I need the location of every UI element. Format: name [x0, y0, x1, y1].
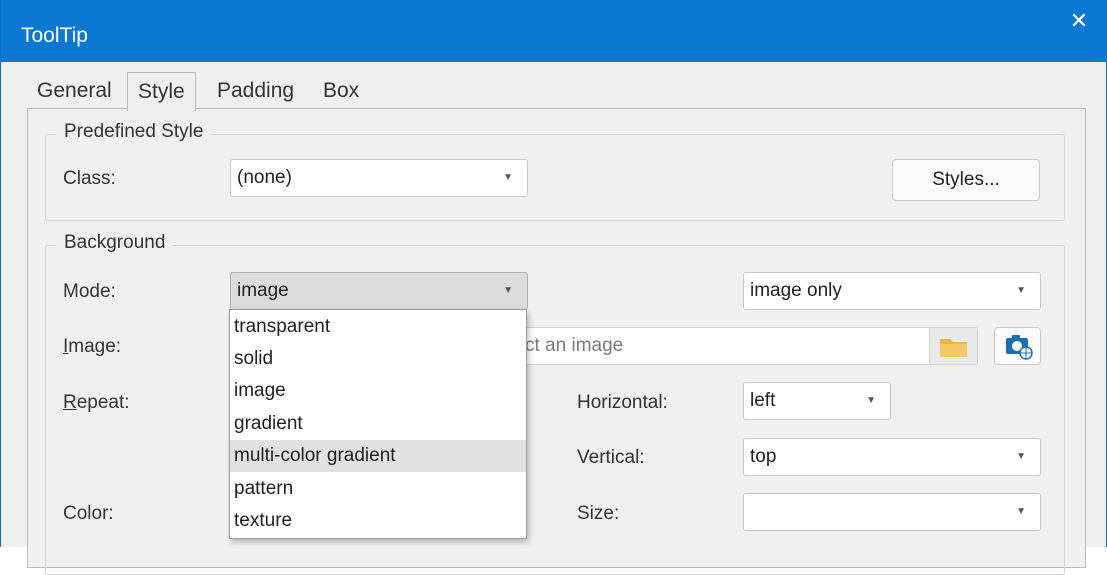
vertical-select[interactable]: top ▼ [743, 438, 1041, 476]
repeat-label: Repeat: [63, 392, 130, 414]
color-label: Color: [63, 503, 114, 524]
tab-style[interactable]: Style [127, 72, 196, 111]
chevron-down-icon: ▼ [866, 395, 876, 406]
class-select[interactable]: (none) ▼ [230, 159, 528, 197]
mode-dropdown-list: transparent solid image gradient multi-c… [229, 309, 527, 539]
predefined-style-legend: Predefined Style [56, 121, 212, 143]
mode-label: Mode: [63, 281, 116, 302]
mode-option-gradient[interactable]: gradient [230, 408, 526, 440]
tab-padding[interactable]: Padding [207, 72, 304, 110]
size-label: Size: [577, 503, 620, 524]
style-tab-panel: Predefined Style Class: (none) ▼ Styles.… [27, 108, 1086, 575]
vertical-select-value: top [750, 446, 777, 467]
dialog-window: ToolTip ✕ General Style Padding Box Shad… [0, 0, 1107, 575]
close-icon[interactable]: ✕ [1066, 8, 1092, 34]
mode-option-pattern[interactable]: pattern [230, 473, 526, 505]
tab-box-shadow[interactable]: Box Shadow [313, 72, 409, 140]
mode-option-image[interactable]: image [230, 375, 526, 407]
mode-option-multi-color-gradient[interactable]: multi-color gradient [230, 440, 526, 472]
chevron-down-icon: ▼ [1016, 451, 1026, 462]
mode-option-solid[interactable]: solid [230, 343, 526, 375]
repeat-label-text: epeat: [76, 392, 130, 413]
horizontal-select[interactable]: left ▼ [743, 382, 891, 420]
image-label-text: mage: [68, 336, 122, 357]
horizontal-select-value: left [750, 390, 776, 411]
window-title: ToolTip [21, 24, 88, 47]
image-path-input[interactable]: ct an image [516, 327, 978, 365]
chevron-down-icon: ▼ [503, 172, 513, 183]
tab-general[interactable]: General [27, 72, 122, 110]
class-label: Class: [63, 168, 116, 189]
background-legend: Background [56, 232, 174, 254]
folder-icon [940, 339, 967, 357]
predefined-style-group: Predefined Style Class: (none) ▼ Styles.… [45, 121, 1065, 221]
chevron-down-icon: ▼ [1016, 506, 1026, 517]
web-image-icon [1006, 335, 1033, 360]
chevron-down-icon: ▼ [1016, 285, 1026, 296]
horizontal-label: Horizontal: [577, 392, 668, 413]
styles-button[interactable]: Styles... [892, 159, 1040, 201]
mode-select-value: image [237, 280, 289, 301]
browse-folder-button[interactable] [929, 328, 977, 364]
web-image-button[interactable] [994, 327, 1041, 365]
mode-option-texture[interactable]: texture [230, 505, 526, 537]
image-mode-select-value: image only [750, 280, 842, 301]
image-mode-select[interactable]: image only ▼ [743, 272, 1041, 310]
size-select[interactable]: ▼ [743, 493, 1041, 531]
repeat-label-mnemonic: R [63, 392, 77, 413]
title-bar: ToolTip ✕ [1, 0, 1107, 62]
vertical-label: Vertical: [577, 447, 645, 468]
chevron-down-icon: ▼ [503, 285, 513, 296]
background-group: Background Mode: image ▼ image only ▼ Im… [45, 232, 1065, 575]
image-label: Image: [63, 336, 121, 358]
mode-select[interactable]: image ▼ [230, 272, 528, 310]
image-path-placeholder: ct an image [525, 335, 624, 356]
mode-option-transparent[interactable]: transparent [230, 311, 526, 343]
class-select-value: (none) [237, 167, 292, 188]
